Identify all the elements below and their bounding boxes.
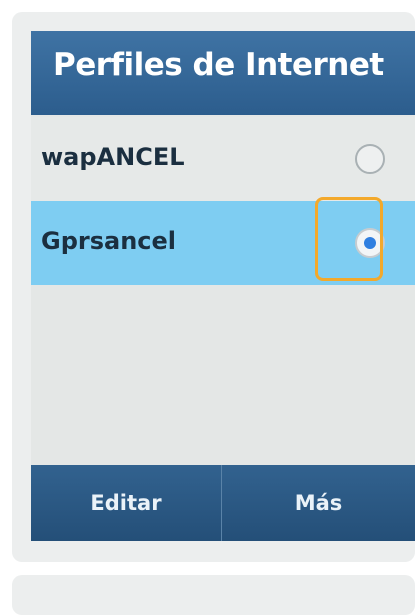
profile-label: Gprsancel [41,227,177,255]
softkey-bar: Editar Más [31,465,415,541]
profile-item-wapancel[interactable]: wapANCEL [31,117,415,201]
device-frame-lower [12,575,415,615]
profile-label: wapANCEL [41,143,185,171]
page-title: Perfiles de Internet [53,47,384,83]
radio-button-unselected-icon[interactable] [355,144,385,174]
phone-screen: Perfiles de Internet wapANCEL Gprsancel … [31,31,415,541]
more-button[interactable]: Más [222,465,415,541]
edit-button[interactable]: Editar [31,465,221,541]
title-bar: Perfiles de Internet [31,31,415,115]
highlight-annotation [315,197,383,281]
